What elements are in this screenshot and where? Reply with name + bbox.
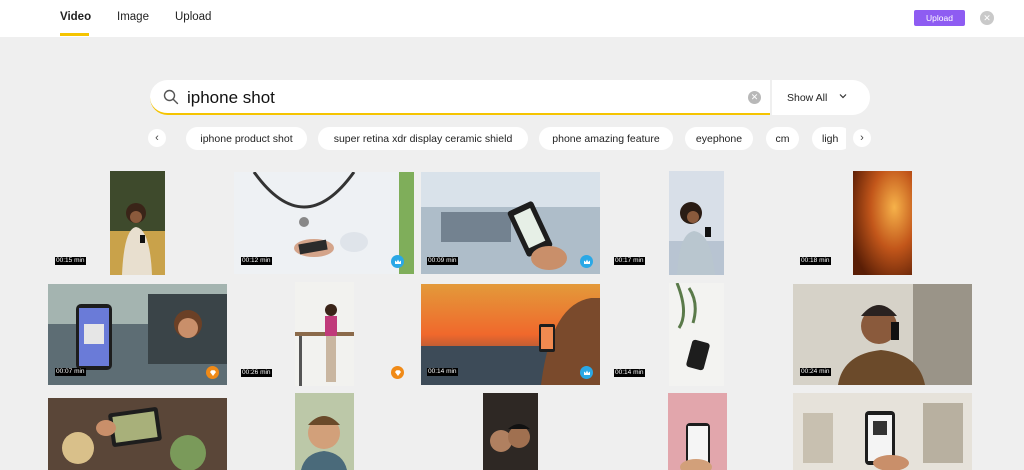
suggestion-chip[interactable]: iphone product shot xyxy=(186,127,307,150)
thumbnail-image xyxy=(669,171,724,275)
video-thumbnail[interactable] xyxy=(669,171,724,275)
video-thumbnail[interactable]: 00:12 min xyxy=(234,172,414,274)
video-thumbnail[interactable] xyxy=(48,398,227,470)
search-icon xyxy=(163,89,179,105)
video-duration: 00:07 min xyxy=(55,368,86,376)
tab-upload[interactable]: Upload xyxy=(175,11,211,23)
suggestion-chip[interactable]: eyephone xyxy=(685,127,753,150)
filter-dropdown[interactable]: Show All xyxy=(772,80,870,115)
filter-dropdown-label: Show All xyxy=(787,91,828,104)
thumbnail-image xyxy=(48,398,227,470)
video-duration: 00:14 min xyxy=(614,369,645,377)
suggestion-chip[interactable]: phone amazing feature xyxy=(539,127,673,150)
video-duration: 00:12 min xyxy=(241,257,272,265)
video-thumbnail[interactable]: 00:14 min xyxy=(421,284,600,385)
video-thumbnail[interactable]: 00:07 min xyxy=(48,284,227,385)
video-duration: 00:24 min xyxy=(800,368,831,376)
video-thumbnail[interactable] xyxy=(295,393,354,470)
tab-image[interactable]: Image xyxy=(117,11,149,23)
chips-scroll-right-icon[interactable]: › xyxy=(853,129,871,147)
video-thumbnail[interactable] xyxy=(669,283,724,386)
thumbnail-image xyxy=(853,171,912,275)
thumbnail-image xyxy=(295,393,354,470)
suggestion-chip[interactable]: ligh xyxy=(812,127,846,150)
close-icon[interactable]: ✕ xyxy=(980,11,994,25)
video-thumbnail[interactable] xyxy=(793,393,972,470)
clear-search-icon[interactable]: ✕ xyxy=(748,91,761,104)
video-duration: 00:15 min xyxy=(55,257,86,265)
thumbnail-image xyxy=(793,393,972,470)
video-thumbnail[interactable] xyxy=(853,171,912,275)
suggestion-chips: iphone product shot super retina xdr dis… xyxy=(186,127,846,151)
crown-icon xyxy=(580,255,593,268)
video-duration: 00:14 min xyxy=(427,368,458,376)
video-thumbnail[interactable] xyxy=(110,171,165,275)
thumbnail-image xyxy=(110,171,165,275)
crown-icon xyxy=(391,255,404,268)
active-tab-indicator xyxy=(60,33,89,36)
video-thumbnail[interactable] xyxy=(668,393,727,470)
thumbnail-image xyxy=(483,393,538,470)
search-input[interactable] xyxy=(187,86,727,110)
video-duration: 00:18 min xyxy=(800,257,831,265)
thumbnail-image xyxy=(668,393,727,470)
upload-button[interactable]: Upload xyxy=(914,10,965,26)
video-thumbnail[interactable] xyxy=(295,282,354,386)
chevron-down-icon xyxy=(839,94,847,99)
thumbnail-image xyxy=(295,282,354,386)
video-duration: 00:09 min xyxy=(427,257,458,265)
chips-scroll-left-icon[interactable]: ‹ xyxy=(148,129,166,147)
video-thumbnail[interactable]: 00:09 min xyxy=(421,172,600,274)
video-duration: 00:26 min xyxy=(241,369,272,377)
crown-icon xyxy=(580,366,593,379)
diamond-icon xyxy=(206,366,219,379)
suggestion-chip[interactable]: cm xyxy=(766,127,799,150)
diamond-icon xyxy=(391,366,404,379)
suggestion-chip[interactable]: super retina xdr display ceramic shield xyxy=(318,127,528,150)
top-bar: Video Image Upload Upload ✕ xyxy=(0,0,1024,37)
video-duration: 00:17 min xyxy=(614,257,645,265)
video-thumbnail[interactable] xyxy=(483,393,538,470)
thumbnail-image xyxy=(669,283,724,386)
tab-video[interactable]: Video xyxy=(60,11,91,23)
video-thumbnail[interactable]: 00:24 min xyxy=(793,284,972,385)
